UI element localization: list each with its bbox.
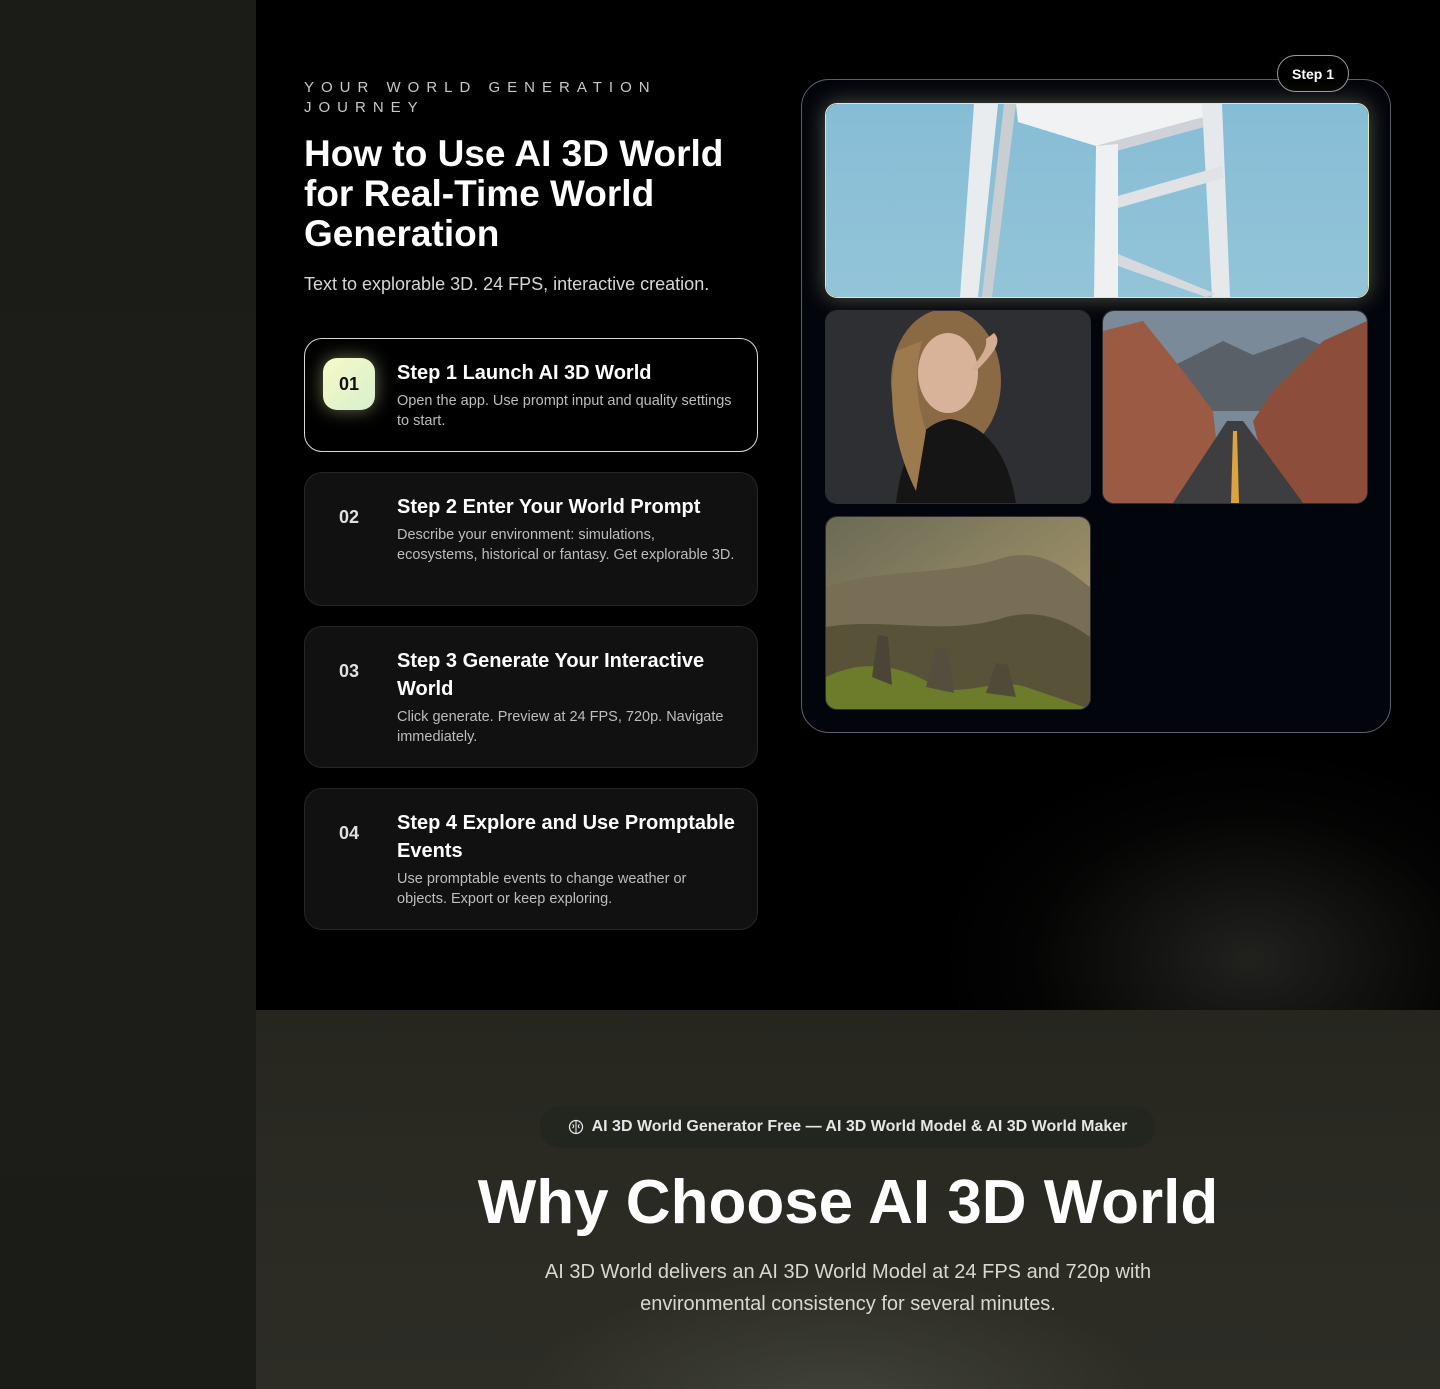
why-heading: Why Choose AI 3D World bbox=[477, 1168, 1219, 1237]
woman-portrait-photo[interactable] bbox=[825, 310, 1091, 504]
section-subtitle: Text to explorable 3D. 24 FPS, interacti… bbox=[304, 274, 710, 294]
step-description: Open the app. Use prompt input and quali… bbox=[397, 393, 732, 429]
badge-label: AI 3D World Generator Free — AI 3D World… bbox=[591, 1118, 1128, 1135]
step-description: Click generate. Preview at 24 FPS, 720p.… bbox=[397, 709, 724, 745]
step-title: Step 4 Explore and Use Promptable Events bbox=[397, 812, 735, 862]
why-description: AI 3D World delivers an AI 3D World Mode… bbox=[544, 1261, 1152, 1315]
section-eyebrow: YOUR WORLD GENERATION JOURNEY bbox=[304, 79, 657, 116]
step-number-badge: 04 bbox=[338, 822, 360, 843]
left-background-strip bbox=[0, 0, 256, 1389]
step-title: Step 1 Launch AI 3D World bbox=[397, 362, 652, 384]
step-description: Use promptable events to change weather … bbox=[397, 871, 687, 907]
step-title: Step 3 Generate Your Interactive World bbox=[397, 650, 705, 700]
mountain-valley-photo[interactable] bbox=[825, 516, 1091, 710]
step-number-badge: 02 bbox=[338, 506, 360, 527]
current-step-pill: Step 1 bbox=[1277, 55, 1349, 92]
white-stool-photo[interactable] bbox=[825, 103, 1369, 298]
step-card-4[interactable]: 04 Step 4 Explore and Use Promptable Eve… bbox=[304, 788, 758, 930]
feature-badge: AI 3D World Generator Free — AI 3D World… bbox=[540, 1106, 1155, 1148]
step-description: Describe your environment: simulations, … bbox=[397, 527, 735, 563]
step-number-badge: 01 bbox=[323, 358, 375, 410]
brain-icon bbox=[568, 1119, 584, 1135]
desert-road-photo[interactable] bbox=[1102, 310, 1368, 504]
step-card-3[interactable]: 03 Step 3 Generate Your Interactive Worl… bbox=[304, 626, 758, 768]
step-number-badge: 03 bbox=[338, 660, 360, 681]
step-card-1[interactable]: 01 Step 1 Launch AI 3D World Open the ap… bbox=[304, 338, 758, 452]
step-card-2[interactable]: 02 Step 2 Enter Your World Prompt Descri… bbox=[304, 472, 758, 606]
step-title: Step 2 Enter Your World Prompt bbox=[397, 496, 701, 518]
page-title: How to Use AI 3D World for Real-Time Wor… bbox=[304, 133, 724, 254]
